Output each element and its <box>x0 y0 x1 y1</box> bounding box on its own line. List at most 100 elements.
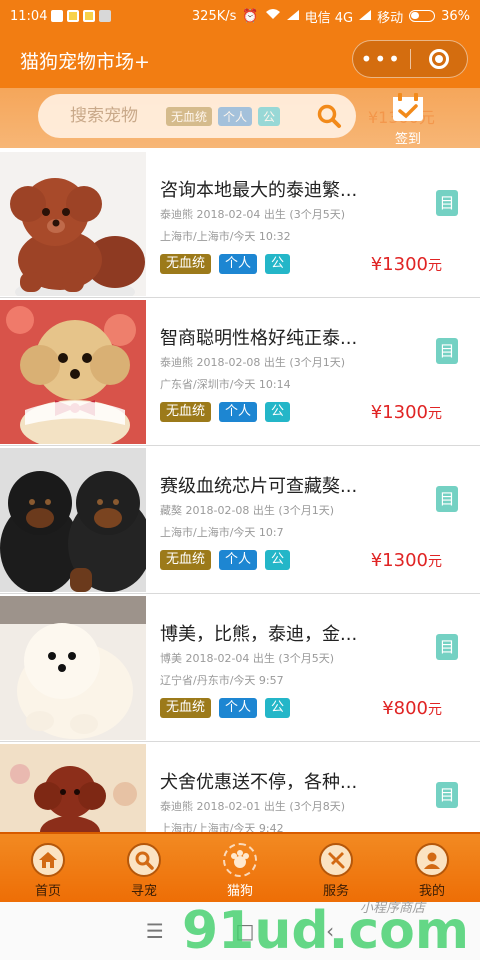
listing-location-time: 上海市/上海市/今天 10:32 <box>160 230 291 243</box>
listing-title: 咨询本地最大的泰迪繁... <box>160 180 358 201</box>
watermark-text: 91ud.com <box>182 901 469 960</box>
status-bar: 11:04 325K/s ⏰ 电信 4G 移动 36% <box>0 0 480 32</box>
tag-pedigree: 无血统 <box>160 402 212 422</box>
tag-seller-type: 个人 <box>219 550 258 570</box>
menu-button[interactable]: ☰ <box>146 919 164 943</box>
listing-title: 智商聪明性格好纯正泰... <box>160 328 358 349</box>
search-icon[interactable] <box>316 103 342 129</box>
list-item[interactable]: 咨询本地最大的泰迪繁... 泰迪熊 2018-02-04 出生 (3个月5天) … <box>0 150 480 298</box>
price-unit: 元 <box>428 702 442 718</box>
search-input[interactable] <box>70 106 160 126</box>
checkin-label: 签到 <box>394 132 421 147</box>
qq-notification-icon <box>51 10 64 22</box>
listing-location-time: 广东省/深圳市/今天 10:14 <box>160 378 291 391</box>
tag-seller-type: 个人 <box>219 402 258 422</box>
pet-icon <box>223 843 257 877</box>
app-notification-icon <box>67 10 80 22</box>
tag-pedigree: 无血统 <box>160 550 212 570</box>
listing-price: ¥1300元 <box>371 550 442 571</box>
tag-gender: 公 <box>265 550 291 570</box>
listing-title: 赛级血统芯片可查藏獒... <box>160 476 358 497</box>
watermark-caption: 小程序商店 <box>360 901 427 916</box>
detail-icon[interactable]: 目 <box>436 338 458 364</box>
signal-icon <box>286 9 299 24</box>
battery-icon <box>409 10 436 22</box>
pet-photo-pomeranian[interactable] <box>0 596 146 740</box>
search-tag-pedigree: 无血统 <box>166 106 213 126</box>
detail-icon[interactable]: 目 <box>436 486 458 512</box>
target-icon <box>428 49 449 69</box>
price-unit: 元 <box>428 406 442 422</box>
title-bar: 猫狗宠物市场+ ••• <box>0 32 480 88</box>
listing-tags: 无血统 个人 公 <box>160 698 291 718</box>
checkin-button[interactable]: 签到 <box>388 92 428 147</box>
listing-list: 咨询本地最大的泰迪繁... 泰迪熊 2018-02-04 出生 (3个月5天) … <box>0 150 480 890</box>
search-tag-personal: 个人 <box>218 106 253 126</box>
tag-gender: 公 <box>265 698 291 718</box>
listing-price: ¥1300元 <box>371 402 442 423</box>
listing-title: 犬舍优惠送不停，各种... <box>160 772 358 793</box>
listing-breed-birth: 泰迪熊 2018-02-01 出生 (3个月8天) <box>160 800 345 813</box>
site-watermark-logo: 91ud.com 小程序商店 <box>182 901 469 960</box>
listing-tags: 无血统 个人 公 <box>160 402 291 422</box>
search-icon <box>127 843 161 877</box>
app-notification-icon-2 <box>83 10 96 22</box>
listing-breed-birth: 泰迪熊 2018-02-04 出生 (3个月5天) <box>160 208 345 221</box>
price-unit: 元 <box>428 258 442 274</box>
search-box[interactable]: 无血统 个人 公 <box>38 94 356 138</box>
carrier-2: 移动 <box>377 10 404 26</box>
pet-photo-apricot-poodle[interactable] <box>0 300 146 444</box>
miniprogram-capsule: ••• <box>352 40 468 78</box>
list-item[interactable]: 赛级血统芯片可查藏獒... 藏獒 2018-02-08 出生 (3个月1天) 上… <box>0 446 480 594</box>
tag-seller-type: 个人 <box>219 254 258 274</box>
pet-photo-mastiff[interactable] <box>0 448 146 592</box>
search-tag-male: 公 <box>258 106 281 126</box>
pet-photo-brown-poodle[interactable] <box>0 152 146 296</box>
alarm-icon: ⏰ <box>242 8 259 24</box>
listing-tags: 无血统 个人 公 <box>160 254 291 274</box>
user-icon <box>415 843 449 877</box>
status-right: 325K/s ⏰ 电信 4G 移动 36% <box>192 7 470 26</box>
list-item[interactable]: 博美，比熊，泰迪，金... 博美 2018-02-04 出生 (3个月5天) 辽… <box>0 594 480 742</box>
detail-icon[interactable]: 目 <box>436 634 458 660</box>
more-button[interactable]: ••• <box>353 40 410 78</box>
price-value: ¥1300 <box>370 254 428 275</box>
tag-gender: 公 <box>265 254 291 274</box>
signal-icon-2 <box>359 9 372 24</box>
carrier-1: 电信 4G <box>304 10 354 26</box>
tag-gender: 公 <box>265 402 291 422</box>
search-area: ¥1300元 无血统 个人 公 签到 <box>0 88 480 148</box>
listing-price: ¥1300元 <box>371 254 442 275</box>
listing-tags: 无血统 个人 公 <box>160 550 291 570</box>
tab-home[interactable]: 首页 <box>0 834 96 902</box>
network-speed: 325K/s <box>191 8 237 24</box>
service-icon <box>319 843 353 877</box>
calendar-check-icon <box>393 93 423 121</box>
status-left: 11:04 <box>10 8 112 24</box>
status-time: 11:04 <box>10 8 48 24</box>
wifi-icon <box>265 8 281 24</box>
price-unit: 元 <box>428 554 442 570</box>
listing-breed-birth: 博美 2018-02-04 出生 (3个月5天) <box>160 652 334 665</box>
listing-breed-birth: 泰迪熊 2018-02-08 出生 (3个月1天) <box>160 356 345 369</box>
listing-price: ¥800元 <box>382 698 442 719</box>
detail-icon[interactable]: 目 <box>436 190 458 216</box>
tag-pedigree: 无血统 <box>160 698 212 718</box>
close-button[interactable] <box>411 49 468 69</box>
listing-breed-birth: 藏獒 2018-02-08 出生 (3个月1天) <box>160 504 334 517</box>
tab-find-pet[interactable]: 寻宠 <box>96 834 192 902</box>
price-value: ¥1300 <box>370 550 428 571</box>
listing-location-time: 上海市/上海市/今天 10:7 <box>160 526 284 539</box>
sim-icon <box>99 10 112 22</box>
home-icon <box>31 843 65 877</box>
tag-seller-type: 个人 <box>219 698 258 718</box>
detail-icon[interactable]: 目 <box>436 782 458 808</box>
battery-percent: 36% <box>441 8 470 24</box>
tag-pedigree: 无血统 <box>160 254 212 274</box>
listing-location-time: 辽宁省/丹东市/今天 9:57 <box>160 674 284 687</box>
list-item[interactable]: 智商聪明性格好纯正泰... 泰迪熊 2018-02-08 出生 (3个月1天) … <box>0 298 480 446</box>
tab-label: 寻宠 <box>130 884 157 899</box>
price-value: ¥800 <box>382 698 428 719</box>
page-title: 猫狗宠物市场+ <box>20 50 150 73</box>
tab-label: 首页 <box>34 884 61 899</box>
